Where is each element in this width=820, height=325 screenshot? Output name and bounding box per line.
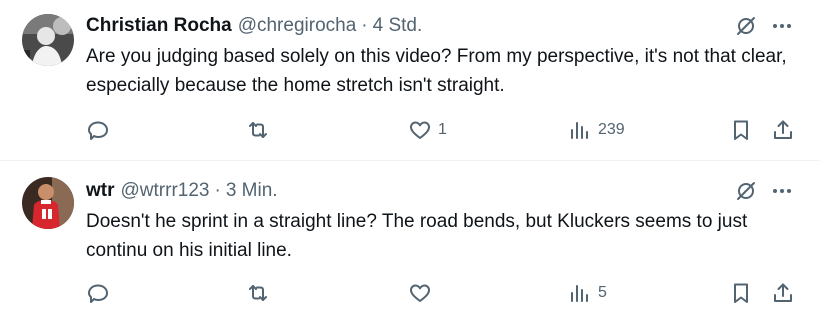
header-separator: · xyxy=(214,180,221,201)
timestamp[interactable]: 3 Min. xyxy=(226,180,278,202)
more-icon[interactable] xyxy=(768,12,796,40)
views-icon xyxy=(571,285,588,302)
retweet-button[interactable] xyxy=(246,278,270,308)
author-handle[interactable]: @chregirocha xyxy=(238,15,357,37)
bookmark-icon xyxy=(734,120,748,140)
tweet-header: wtr @wtrrr123 · 3 Min. xyxy=(86,179,278,203)
tweet-actions: 5 xyxy=(0,278,820,308)
tweet-actions: 1 239 xyxy=(0,115,820,145)
view-count: 239 xyxy=(598,121,625,138)
share-icon xyxy=(774,283,792,302)
bookmark-icon xyxy=(734,283,748,303)
tweet-text: Are you judging based solely on this vid… xyxy=(86,46,787,96)
tweet[interactable]: Christian Rocha @chregirocha · 4 Std. Ar… xyxy=(0,0,820,160)
author-name[interactable]: Christian Rocha xyxy=(86,15,232,37)
more-icon[interactable] xyxy=(768,177,796,205)
reply-icon xyxy=(88,284,108,303)
avatar[interactable] xyxy=(22,14,74,66)
like-button[interactable]: 1 xyxy=(408,115,447,145)
reply-icon xyxy=(88,121,108,140)
retweet-icon xyxy=(249,285,267,301)
share-button[interactable] xyxy=(771,115,795,145)
header-separator: · xyxy=(361,15,368,36)
tweet[interactable]: wtr @wtrrr123 · 3 Min. Doesn't he sprint… xyxy=(0,161,820,325)
grok-icon[interactable] xyxy=(732,12,760,40)
grok-icon[interactable] xyxy=(732,177,760,205)
view-count: 5 xyxy=(598,284,607,301)
avatar[interactable] xyxy=(22,177,74,229)
reply-button[interactable] xyxy=(86,115,110,145)
like-icon xyxy=(410,284,430,302)
share-icon xyxy=(774,120,792,139)
timestamp[interactable]: 4 Std. xyxy=(373,15,423,37)
bookmark-button[interactable] xyxy=(729,278,753,308)
like-icon xyxy=(410,121,430,139)
views-icon xyxy=(571,122,588,139)
like-button[interactable] xyxy=(408,278,438,308)
retweet-icon xyxy=(249,122,267,138)
tweet-header: Christian Rocha @chregirocha · 4 Std. xyxy=(86,14,422,38)
tweet-text: Doesn't he sprint in a straight line? Th… xyxy=(86,211,748,261)
views-button[interactable]: 5 xyxy=(568,278,607,308)
reply-button[interactable] xyxy=(86,278,110,308)
reply-feed: Christian Rocha @chregirocha · 4 Std. Ar… xyxy=(0,0,820,325)
author-handle[interactable]: @wtrrr123 xyxy=(121,180,210,202)
retweet-button[interactable] xyxy=(246,115,270,145)
share-button[interactable] xyxy=(771,278,795,308)
bookmark-button[interactable] xyxy=(729,115,753,145)
views-button[interactable]: 239 xyxy=(568,115,625,145)
like-count: 1 xyxy=(438,121,447,138)
author-name[interactable]: wtr xyxy=(86,180,115,202)
